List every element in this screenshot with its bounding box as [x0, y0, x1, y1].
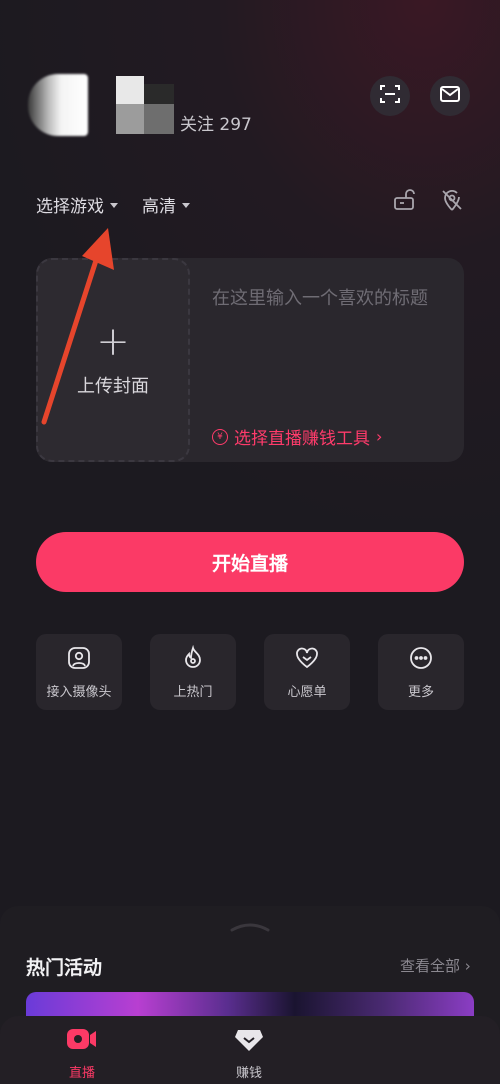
coin-icon: ¥ — [212, 428, 228, 445]
tool-promote[interactable]: 上热门 — [150, 634, 236, 710]
mail-icon — [439, 83, 461, 109]
tool-more[interactable]: 更多 — [378, 634, 464, 710]
follow-count: 关注 297 — [180, 115, 252, 135]
earn-tool-label: 选择直播赚钱工具 — [234, 429, 370, 449]
earn-tool-link[interactable]: ¥ 选择直播赚钱工具 › — [212, 424, 382, 449]
chevron-right-icon: › — [376, 427, 383, 446]
quality-select[interactable]: 高清 — [142, 192, 190, 217]
scan-button[interactable] — [370, 76, 410, 116]
lock-icon — [392, 188, 416, 216]
hot-events-title: 热门活动 — [26, 957, 103, 979]
username-blurred — [116, 76, 174, 134]
quality-select-label: 高清 — [142, 197, 176, 217]
avatar[interactable] — [28, 74, 88, 136]
tool-label: 心愿单 — [287, 684, 327, 700]
tab-live-label: 直播 — [68, 1066, 95, 1081]
heart-icon — [294, 645, 320, 675]
location-toggle-button[interactable] — [438, 188, 466, 216]
chevron-right-icon: › — [464, 957, 471, 975]
scan-icon — [379, 83, 401, 109]
location-off-icon — [440, 188, 464, 216]
game-select[interactable]: 选择游戏 — [36, 192, 118, 217]
game-select-label: 选择游戏 — [36, 197, 104, 217]
camera-person-icon — [66, 645, 92, 675]
lock-button[interactable] — [390, 188, 418, 216]
diamond-icon — [234, 1026, 264, 1056]
tool-label: 接入摄像头 — [46, 684, 112, 700]
annotation-arrow — [41, 228, 114, 425]
start-live-button[interactable]: 开始直播 — [36, 532, 464, 592]
more-icon — [408, 645, 434, 675]
chevron-down-icon — [182, 203, 190, 208]
tool-camera[interactable]: 接入摄像头 — [36, 634, 122, 710]
fire-icon — [180, 644, 206, 675]
tool-label: 更多 — [407, 684, 434, 700]
see-all-link[interactable]: 查看全部 › — [400, 955, 471, 976]
tool-wishlist[interactable]: 心愿单 — [264, 634, 350, 710]
tab-earn-label: 赚钱 — [235, 1066, 262, 1081]
see-all-label: 查看全部 — [400, 957, 461, 975]
chevron-down-icon — [110, 203, 118, 208]
title-input[interactable]: 在这里输入一个喜欢的标题 — [212, 286, 448, 312]
mail-button[interactable] — [430, 76, 470, 116]
tab-earn[interactable]: 赚钱 — [234, 1026, 264, 1081]
live-camera-icon — [66, 1026, 98, 1056]
sheet-handle[interactable] — [228, 920, 272, 932]
tab-live[interactable]: 直播 — [66, 1026, 98, 1081]
tool-label: 上热门 — [173, 684, 213, 700]
